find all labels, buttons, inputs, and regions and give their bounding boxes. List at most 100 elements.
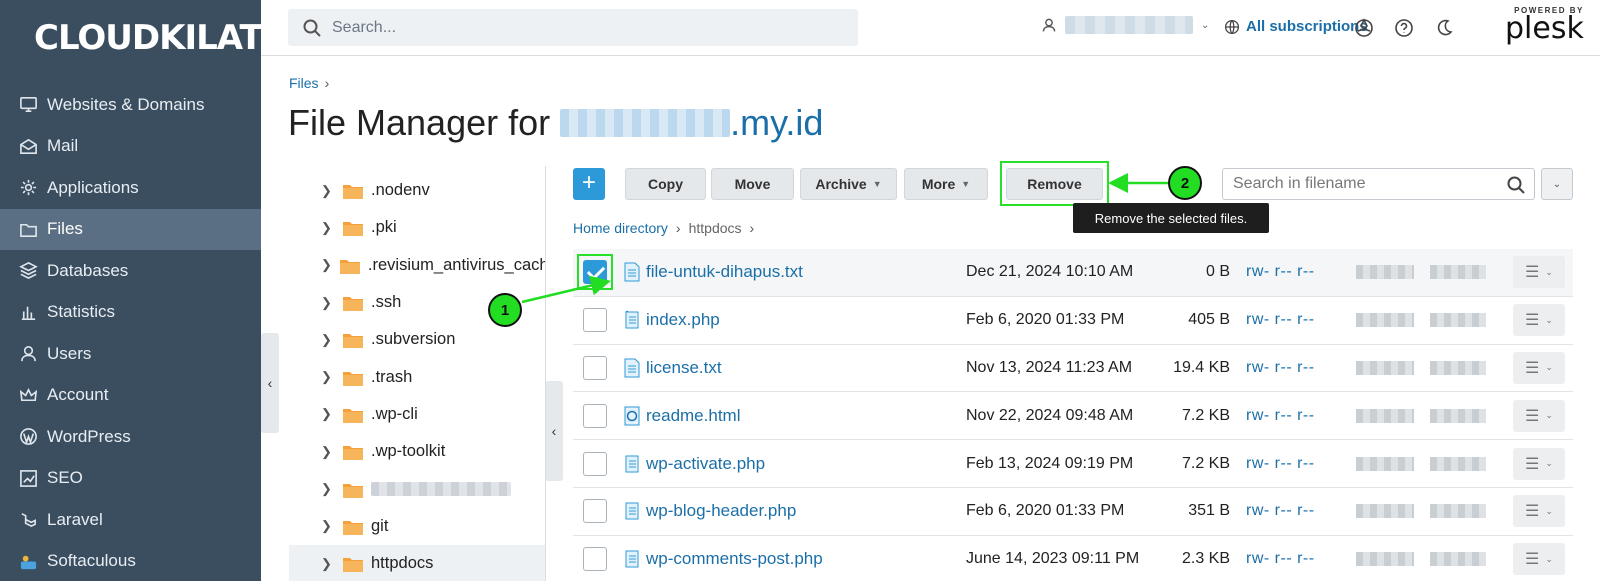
dark-mode-icon[interactable] [1434, 18, 1454, 38]
help-icon[interactable] [1394, 18, 1414, 38]
row-actions-menu[interactable]: ☰ ⌄ [1513, 399, 1565, 432]
move-button[interactable]: Move [711, 168, 794, 200]
search-icon [303, 19, 321, 37]
table-row[interactable]: wp-activate.php Feb 13, 2024 09:19 PM 7.… [573, 440, 1573, 488]
chevron-right-icon[interactable]: ❯ [321, 295, 335, 311]
tree-item[interactable]: ❯ .nodenv [289, 172, 546, 209]
tree-item[interactable]: ❯ .revisium_antivirus_cache [289, 247, 546, 284]
breadcrumb-files[interactable]: Files [289, 75, 319, 91]
chevron-right-icon[interactable]: ❯ [321, 369, 335, 385]
user-menu[interactable]: ⌄ [1041, 16, 1209, 34]
file-name[interactable]: readme.html [646, 406, 740, 426]
file-date: Nov 22, 2024 09:48 AM [966, 406, 1134, 424]
file-permissions[interactable]: rw- r-- r-- [1246, 263, 1315, 281]
table-row[interactable]: file-untuk-dihapus.txt Dec 21, 2024 10:1… [573, 249, 1573, 297]
sidebar-item-files[interactable]: Files [0, 208, 261, 250]
wordpress-icon [18, 427, 38, 447]
chevron-right-icon[interactable]: ❯ [321, 556, 335, 572]
filename-search-input[interactable]: Search in filename [1222, 168, 1535, 200]
sidebar-collapse-handle[interactable]: ‹ [261, 333, 279, 433]
table-row[interactable]: index.php Feb 6, 2020 01:33 PM 405 B rw-… [573, 297, 1573, 345]
file-permissions[interactable]: rw- r-- r-- [1246, 455, 1315, 473]
tree-item[interactable]: ❯ git [289, 508, 546, 545]
file-name[interactable]: index.php [646, 310, 720, 330]
row-checkbox[interactable] [583, 308, 607, 333]
tree-item[interactable]: ❯ .wp-cli [289, 396, 546, 433]
chevron-right-icon[interactable]: ❯ [321, 257, 332, 273]
archive-button[interactable]: Archive ▼ [800, 168, 897, 200]
row-actions-menu[interactable]: ☰ ⌄ [1513, 304, 1565, 337]
add-new-button[interactable]: + [573, 168, 605, 200]
sidebar-item-databases[interactable]: Databases [0, 250, 261, 292]
path-current[interactable]: httpdocs [689, 220, 742, 236]
search-icon[interactable] [1506, 175, 1526, 195]
tree-item[interactable]: ❯ .wp-toolkit [289, 433, 546, 470]
table-row[interactable]: readme.html Nov 22, 2024 09:48 AM 7.2 KB… [573, 392, 1573, 441]
sidebar-item-softaculous[interactable]: Softaculous [0, 541, 261, 581]
table-row[interactable]: license.txt Nov 13, 2024 11:23 AM 19.4 K… [573, 345, 1573, 393]
tree-item[interactable]: ❯ .pki [289, 209, 546, 246]
global-search-input[interactable]: Search... [288, 9, 858, 46]
folder-icon [343, 556, 363, 573]
row-actions-menu[interactable]: ☰ ⌄ [1513, 543, 1565, 576]
sidebar-item-users[interactable]: Users [0, 333, 261, 375]
sidebar-item-laravel[interactable]: Laravel [0, 499, 261, 541]
file-name[interactable]: file-untuk-dihapus.txt [646, 262, 803, 282]
sidebar-item-statistics[interactable]: Statistics [0, 292, 261, 334]
chevron-right-icon[interactable]: ❯ [321, 481, 335, 497]
chevron-right-icon[interactable]: ❯ [321, 220, 335, 236]
sidebar-item-seo[interactable]: SEO [0, 458, 261, 500]
chevron-right-icon[interactable]: ❯ [321, 444, 335, 460]
brand-logo[interactable]: CLOUDKILAT [34, 18, 263, 58]
row-checkbox[interactable] [583, 355, 607, 380]
more-button-label: More [921, 176, 956, 192]
tree-divider [545, 166, 546, 581]
file-size: 19.4 KB [1173, 358, 1230, 376]
tree-item[interactable]: ❯ [289, 470, 546, 507]
table-row[interactable]: wp-comments-post.php June 14, 2023 09:11… [573, 536, 1573, 581]
file-permissions[interactable]: rw- r-- r-- [1246, 407, 1315, 425]
row-actions-menu[interactable]: ☰ ⌄ [1513, 256, 1565, 289]
tree-collapse-handle[interactable]: ‹ [545, 381, 563, 481]
row-actions-menu[interactable]: ☰ ⌄ [1513, 351, 1565, 384]
tree-item[interactable]: ❯ .trash [289, 358, 546, 395]
sidebar-item-websites-domains[interactable]: Websites & Domains [0, 84, 261, 126]
chevron-right-icon[interactable]: ❯ [321, 332, 335, 348]
chevron-right-icon[interactable]: ❯ [321, 183, 335, 199]
sidebar-item-wordpress[interactable]: WordPress [0, 416, 261, 458]
table-row[interactable]: wp-blog-header.php Feb 6, 2020 01:33 PM … [573, 488, 1573, 536]
file-name[interactable]: wp-activate.php [646, 454, 765, 474]
file-name[interactable]: wp-blog-header.php [646, 501, 796, 521]
file-permissions[interactable]: rw- r-- r-- [1246, 550, 1315, 568]
file-owner-redacted [1356, 456, 1414, 471]
subscriptions-selector[interactable]: All subscriptions [1224, 18, 1368, 35]
search-options-dropdown[interactable]: ⌄ [1541, 168, 1573, 200]
tree-item-label: .wp-toolkit [371, 442, 446, 461]
tree-item-selected[interactable]: ❯ httpdocs [289, 544, 546, 581]
row-checkbox[interactable] [583, 403, 607, 428]
row-checkbox[interactable] [583, 499, 607, 524]
folder-icon [343, 407, 363, 423]
sidebar-item-account[interactable]: Account [0, 375, 261, 417]
file-permissions[interactable]: rw- r-- r-- [1246, 359, 1315, 377]
file-permissions[interactable]: rw- r-- r-- [1246, 502, 1315, 520]
chevron-right-icon[interactable]: ❯ [321, 406, 335, 422]
row-checkbox[interactable] [583, 451, 607, 476]
file-name[interactable]: wp-comments-post.php [646, 549, 823, 569]
page-title-domain-suffix[interactable]: .my.id [730, 102, 823, 144]
chevron-down-icon: ⌄ [1201, 19, 1210, 31]
sidebar-item-mail[interactable]: Mail [0, 126, 261, 168]
row-checkbox[interactable] [583, 547, 607, 572]
more-button[interactable]: More ▼ [904, 168, 988, 200]
file-name[interactable]: license.txt [646, 358, 722, 378]
chevron-right-icon[interactable]: ❯ [321, 518, 335, 534]
row-actions-menu[interactable]: ☰ ⌄ [1513, 495, 1565, 528]
chevron-down-icon: ⌄ [1545, 410, 1553, 421]
folder-icon [343, 295, 363, 312]
file-permissions[interactable]: rw- r-- r-- [1246, 311, 1315, 329]
row-actions-menu[interactable]: ☰ ⌄ [1513, 447, 1565, 480]
extensions-icon[interactable] [1354, 18, 1374, 38]
sidebar-item-applications[interactable]: Applications [0, 167, 261, 209]
copy-button[interactable]: Copy [625, 168, 706, 200]
path-home[interactable]: Home directory [573, 220, 668, 236]
